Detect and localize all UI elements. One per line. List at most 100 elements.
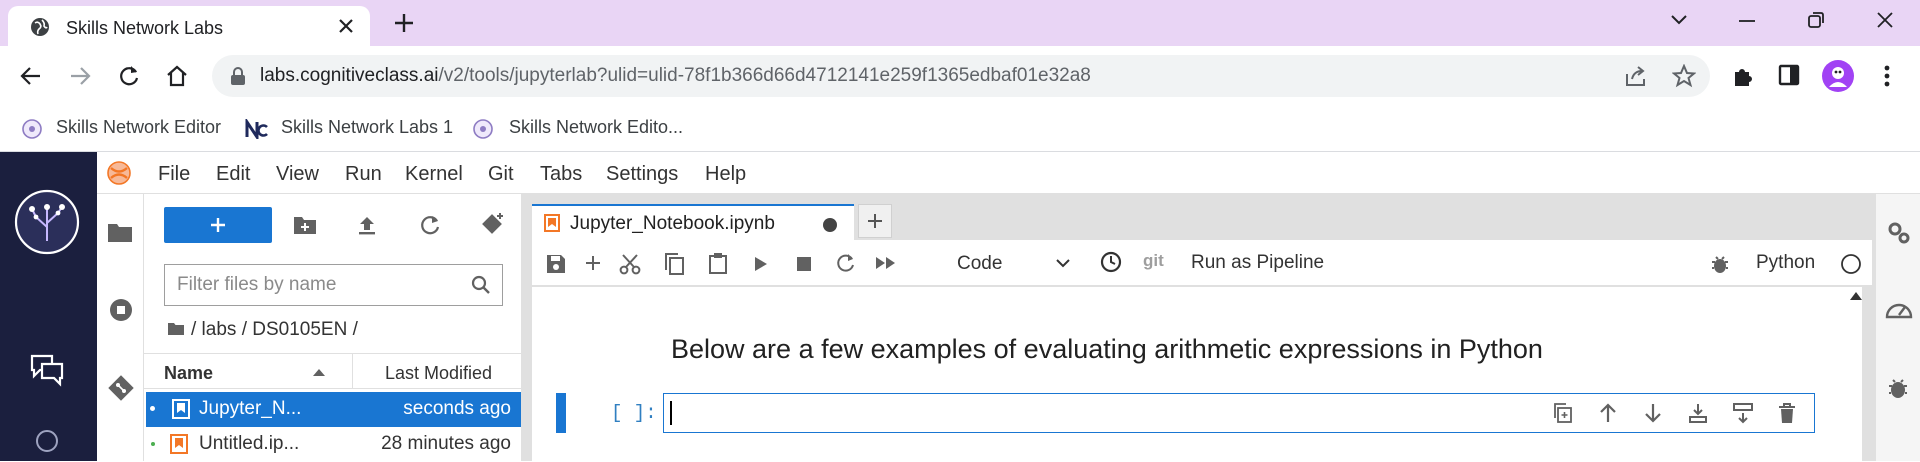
chat-icon[interactable] [28,352,66,388]
add-tab-button[interactable] [858,204,892,238]
paste-icon[interactable] [708,252,728,274]
run-as-pipeline-button[interactable]: Run as Pipeline [1191,252,1324,274]
restart-icon[interactable] [836,253,856,273]
code-cell-editor[interactable] [663,393,1815,433]
new-tab-icon[interactable] [393,12,415,34]
file-modified: 28 minutes ago [381,433,511,454]
menu-file[interactable]: File [158,163,190,186]
running-dot-icon [151,442,155,446]
notebook-tab-title: Jupyter_Notebook.ipynb [570,213,775,234]
scroll-up-icon[interactable] [1850,292,1862,300]
extensions-icon[interactable] [1731,64,1755,88]
active-cell-indicator[interactable] [556,393,566,433]
upload-icon[interactable] [356,214,378,236]
filter-files-input[interactable] [177,273,457,297]
git-clone-icon[interactable] [480,211,506,237]
restore-icon[interactable] [1807,11,1825,29]
side-panel-icon[interactable] [1778,64,1800,86]
folder-icon[interactable] [107,221,133,243]
cell-prompt: [ ]: [611,402,657,424]
duplicate-cell-icon[interactable] [1552,402,1576,426]
cell-type-value: Code [957,253,1003,274]
menu-edit[interactable]: Edit [216,163,250,186]
reload-icon[interactable] [117,64,141,88]
lightbulb-icon[interactable] [34,428,60,461]
url-text: labs.cognitiveclass.ai/v2/tools/jupyterl… [260,65,1091,87]
lock-icon[interactable] [230,67,246,86]
file-list-header: Name Last Modified [144,353,521,389]
delete-cell-icon[interactable] [1777,402,1801,426]
insert-cell-icon[interactable] [584,254,602,272]
debugger-icon[interactable] [1711,254,1729,274]
profile-avatar[interactable] [1822,60,1854,92]
run-icon[interactable] [754,256,768,272]
kernel-status-idle-icon [1840,253,1862,275]
menu-settings[interactable]: Settings [606,163,678,186]
insert-below-icon[interactable] [1732,402,1756,426]
bookmark-label: Skills Network Edito... [509,117,684,137]
menu-kernel[interactable]: Kernel [405,163,463,186]
file-name: Untitled.ip... [199,433,300,454]
close-window-icon[interactable] [1876,11,1894,29]
share-icon[interactable] [1624,65,1648,87]
new-launcher-button[interactable] [164,207,272,243]
chevron-down-icon [1056,259,1070,268]
notebook-tab[interactable]: Jupyter_Notebook.ipynb [532,204,854,240]
address-bar[interactable]: labs.cognitiveclass.ai/v2/tools/jupyterl… [212,55,1710,97]
stop-icon[interactable] [797,257,811,271]
skills-network-icon [473,119,493,139]
bookmark-label: Skills Network Editor [56,117,222,137]
file-row[interactable]: Untitled.ip... 28 minutes ago [146,427,521,462]
move-up-icon[interactable] [1597,402,1621,426]
save-icon[interactable] [546,254,566,274]
bookmark-star-icon[interactable] [1672,64,1696,88]
git-label[interactable]: git [1143,251,1164,271]
chevron-down-icon[interactable] [1670,14,1688,26]
back-icon[interactable] [20,65,42,87]
menu-run[interactable]: Run [345,163,382,186]
jupyter-activity-bar [97,194,144,461]
menu-git[interactable]: Git [488,163,514,186]
fast-forward-icon[interactable] [875,256,897,270]
refresh-icon[interactable] [419,214,441,236]
bookmarks-bar: Skills Network Editor Skills Network Lab… [0,106,1920,152]
unsaved-dot-icon[interactable] [823,218,837,232]
insert-above-icon[interactable] [1687,402,1711,426]
sort-ascending-icon[interactable] [312,368,326,377]
menu-view[interactable]: View [276,163,319,186]
browser-menu-icon[interactable] [1883,64,1891,88]
file-row-selected[interactable]: Jupyter_N... seconds ago [146,392,521,427]
browser-tab-title: Skills Network Labs [66,18,224,38]
kernel-name[interactable]: Python [1756,252,1815,274]
move-down-icon[interactable] [1642,402,1666,426]
minimize-icon[interactable] [1738,19,1756,23]
skills-network-logo-icon[interactable] [14,189,80,255]
resource-usage-icon[interactable] [1885,297,1913,321]
browser-tab-strip: Skills Network Labs [0,0,1920,46]
close-tab-icon[interactable] [338,18,354,34]
markdown-heading[interactable]: Below are a few examples of evaluating a… [671,334,1543,365]
column-modified-header[interactable]: Last Modified [385,363,492,384]
folder-icon [168,322,184,336]
copy-icon[interactable] [664,253,684,275]
plus-icon [209,216,227,234]
panel-splitter[interactable] [521,194,531,461]
clock-icon[interactable] [1100,251,1122,273]
debugger-icon[interactable] [1888,377,1908,399]
git-icon[interactable] [107,374,135,402]
menu-tabs[interactable]: Tabs [540,163,582,186]
notebook-file-icon [172,399,190,419]
column-name-header[interactable]: Name [164,363,213,384]
menu-help[interactable]: Help [705,163,746,186]
cell-type-select[interactable]: Code [952,248,1080,278]
property-inspector-icon[interactable] [1886,220,1912,246]
browser-tab[interactable]: Skills Network Labs [8,6,370,46]
home-icon[interactable] [165,64,189,88]
cut-icon[interactable] [619,253,641,275]
running-kernels-icon[interactable] [109,298,133,322]
jupyter-menubar: File Edit View Run Kernel Git Tabs Setti… [97,152,1920,194]
column-divider [352,354,353,388]
breadcrumb[interactable]: / labs / DS0105EN / [191,319,358,341]
new-folder-icon[interactable] [293,215,317,235]
forward-icon[interactable] [69,65,91,87]
